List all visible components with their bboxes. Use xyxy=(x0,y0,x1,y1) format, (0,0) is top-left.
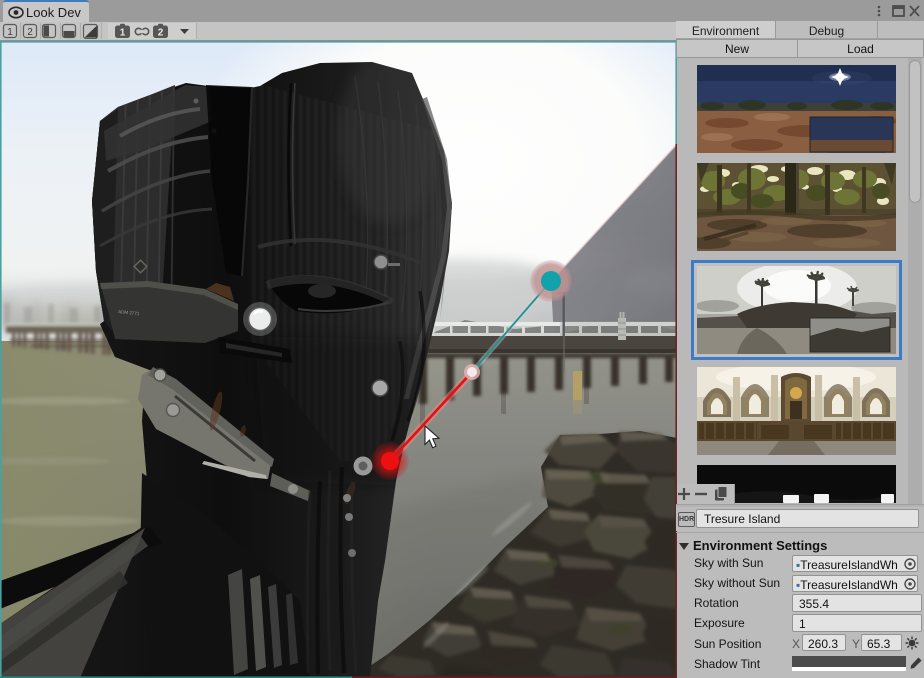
svg-text:1: 1 xyxy=(120,28,126,39)
svg-text:1: 1 xyxy=(7,27,13,38)
svg-text:2: 2 xyxy=(27,27,33,38)
svg-text:2: 2 xyxy=(158,28,164,39)
